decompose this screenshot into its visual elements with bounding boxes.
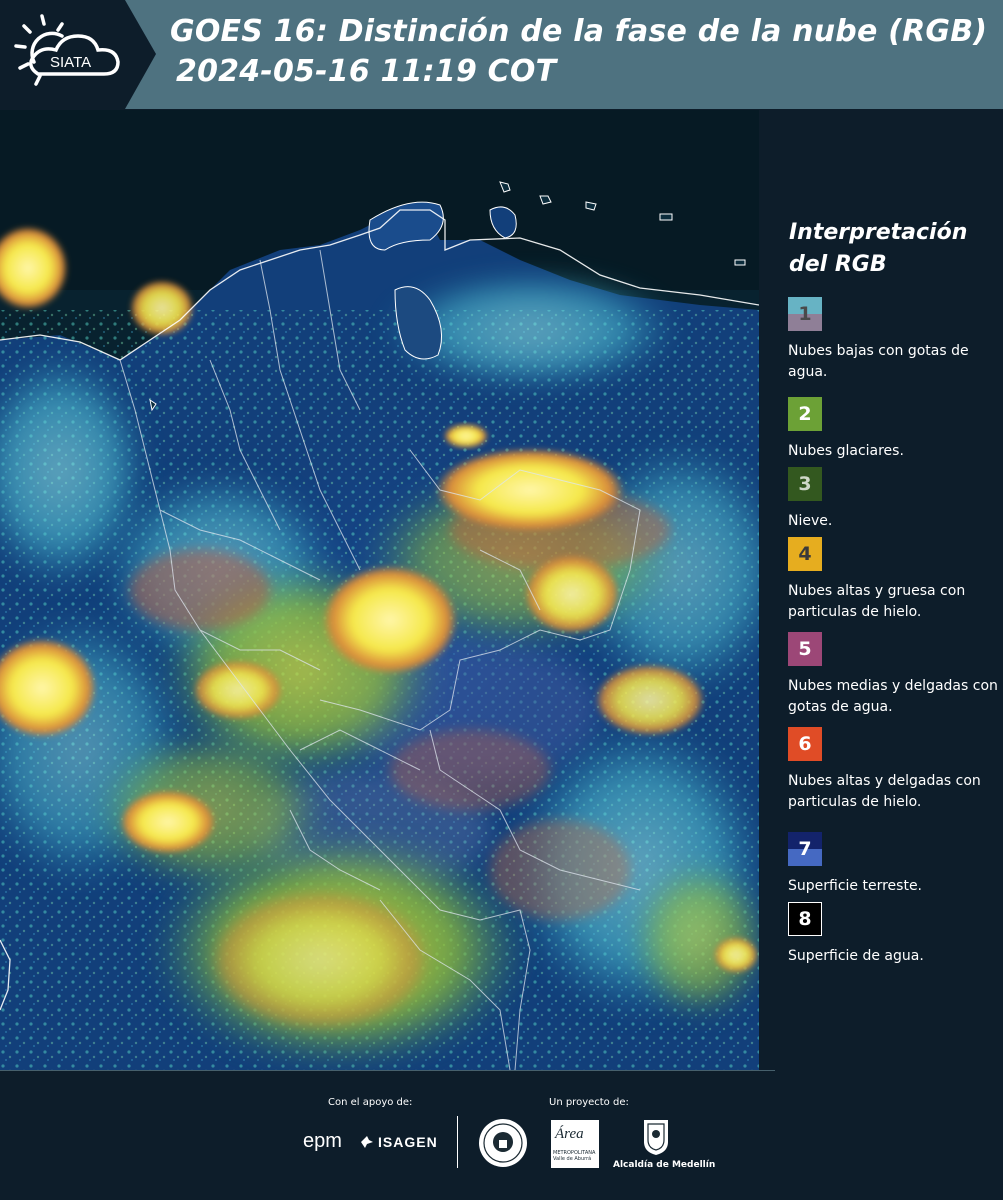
legend-item: 8 Superficie de agua. bbox=[788, 902, 1000, 967]
legend-number: 8 bbox=[798, 908, 812, 930]
legend-label: Nubes altas y delgadas con particulas de… bbox=[788, 773, 981, 810]
legend-label: Superficie de agua. bbox=[788, 948, 924, 964]
legend-swatch: 6 bbox=[788, 727, 822, 761]
header-bar: SIATA GOES 16: Distinción de la fase de … bbox=[0, 0, 1003, 109]
legend-label: Superficie terreste. bbox=[788, 878, 923, 894]
footer: Con el apoyo de: Un proyecto de: epm ISA… bbox=[0, 1070, 1003, 1200]
legend-title: Interpretación del RGB bbox=[789, 220, 968, 277]
isagen-logo[interactable]: ISAGEN bbox=[378, 1134, 438, 1150]
medellin-shield-icon[interactable] bbox=[642, 1118, 670, 1156]
legend-label: Nubes glaciares. bbox=[788, 443, 904, 459]
legend-swatch: 7 bbox=[788, 832, 822, 866]
legend-item: 6 Nubes altas y delgadas con particulas d… bbox=[788, 727, 1000, 813]
legend-label: Nieve. bbox=[788, 513, 833, 529]
area-logo-subtitle: METROPOLITANA Valle de Aburrá bbox=[553, 1150, 596, 1162]
legend-item: 5 Nubes medias y delgadas con gotas de ag… bbox=[788, 632, 1000, 718]
legend-label: Nubes bajas con gotas de agua. bbox=[788, 343, 969, 380]
legend-item: 7 Superficie terreste. bbox=[788, 832, 1000, 897]
satellite-map[interactable] bbox=[0, 110, 759, 1070]
legend-panel: Interpretación del RGB 1 Nubes bajas con … bbox=[760, 110, 1003, 1070]
legend-number: 7 bbox=[798, 838, 812, 860]
legend-number: 1 bbox=[798, 303, 812, 325]
legend-number: 5 bbox=[798, 638, 812, 660]
legend-number: 4 bbox=[798, 543, 812, 565]
epm-logo[interactable]: epm bbox=[303, 1130, 342, 1153]
footer-divider bbox=[0, 1070, 775, 1071]
siata-sun-cloud-icon: SIATA bbox=[14, 14, 120, 86]
satellite-image bbox=[0, 110, 759, 1070]
page-title: GOES 16: Distinción de la fase de la nub… bbox=[170, 14, 988, 49]
legend-number: 2 bbox=[798, 403, 812, 425]
page-timestamp: 2024-05-16 11:19 COT bbox=[176, 54, 557, 89]
legend-swatch: 2 bbox=[788, 397, 822, 431]
area-metropolitana-logo[interactable]: Área METROPOLITANA Valle de Aburrá bbox=[551, 1120, 599, 1168]
legend-swatch: 4 bbox=[788, 537, 822, 571]
isagen-icon bbox=[361, 1136, 373, 1148]
legend-item: 1 Nubes bajas con gotas de agua. bbox=[788, 297, 1000, 383]
legend-label: Nubes medias y delgadas con gotas de agu… bbox=[788, 678, 998, 715]
support-label: Con el apoyo de: bbox=[328, 1097, 413, 1108]
siata-logo[interactable]: SIATA bbox=[0, 0, 156, 109]
legend-swatch: 5 bbox=[788, 632, 822, 666]
footer-vertical-divider bbox=[457, 1116, 458, 1168]
medellin-label: Alcaldía de Medellín bbox=[613, 1160, 716, 1170]
legend-swatch: 3 bbox=[788, 467, 822, 501]
legend-item: 2 Nubes glaciares. bbox=[788, 397, 1000, 462]
legend-number: 6 bbox=[798, 733, 812, 755]
siata-logo-text: SIATA bbox=[50, 54, 91, 71]
legend-swatch: 1 bbox=[788, 297, 822, 331]
area-logo-title: Área bbox=[555, 1126, 584, 1142]
legend-item: 3 Nieve. bbox=[788, 467, 1000, 532]
legend-swatch: 8 bbox=[788, 902, 822, 936]
legend-label: Nubes altas y gruesa con particulas de h… bbox=[788, 583, 966, 620]
seal-logo-icon[interactable] bbox=[478, 1118, 528, 1168]
legend-number: 3 bbox=[798, 473, 812, 495]
legend-item: 4 Nubes altas y gruesa con particulas de … bbox=[788, 537, 1000, 623]
project-label: Un proyecto de: bbox=[549, 1097, 629, 1108]
